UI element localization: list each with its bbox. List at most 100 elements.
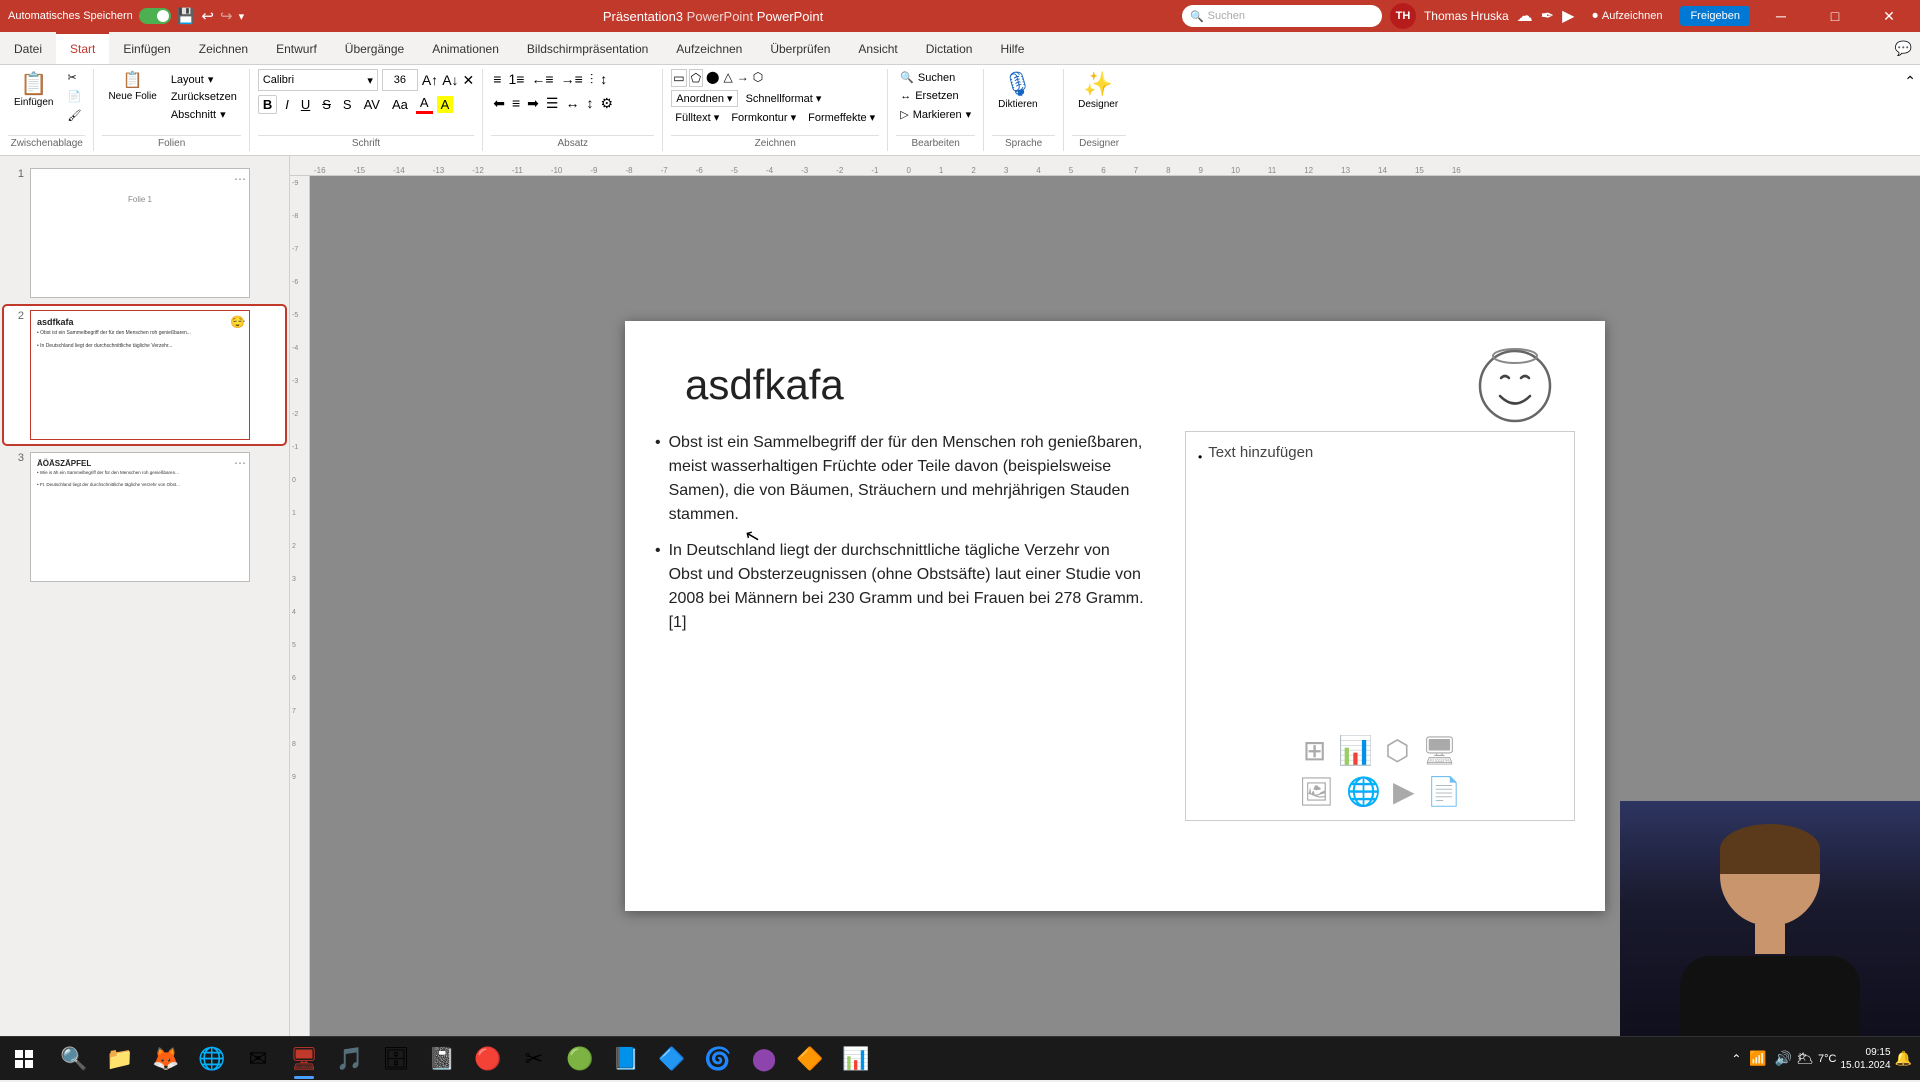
taskbar-app3[interactable]: 🟢 <box>558 1037 602 1081</box>
taskbar-firefox[interactable]: 🦊 <box>144 1037 188 1081</box>
taskbar-app2[interactable]: ✂ <box>512 1037 556 1081</box>
redo-icon[interactable]: ↪ <box>220 7 233 25</box>
slide-thumb-1[interactable]: 1 Folie 1 ⋯ <box>4 164 285 302</box>
volume-icon[interactable]: 🔊 <box>1775 1050 1792 1067</box>
abschnitt-btn[interactable]: Abschnitt▾ <box>167 106 241 123</box>
shape-3[interactable]: ⬤ <box>705 69 720 87</box>
align-center-btn[interactable]: ≡ <box>510 93 522 114</box>
save-icon[interactable]: 💾 <box>177 7 196 25</box>
slide-thumb-2[interactable]: 2 asdfkafa • Obst ist ein Sammelbegriff … <box>4 306 285 444</box>
tab-datei[interactable]: Datei <box>0 32 56 64</box>
align-left-btn[interactable]: ⬅ <box>491 93 507 114</box>
screenshot-icon[interactable]: 🖥 <box>1422 734 1458 767</box>
slide-title[interactable]: asdfkafa <box>685 361 844 409</box>
taskbar-files[interactable]: 📁 <box>98 1037 142 1081</box>
chart-icon[interactable]: 📊 <box>1338 734 1373 767</box>
autosave-toggle[interactable] <box>139 8 171 24</box>
tab-hilfe[interactable]: Hilfe <box>986 32 1038 64</box>
neue-folie-btn[interactable]: 📋 Neue Folie <box>102 69 162 123</box>
tab-entwurf[interactable]: Entwurf <box>262 32 331 64</box>
taskbar-search[interactable]: 🔍 <box>52 1037 96 1081</box>
taskbar-app5[interactable]: 🔷 <box>650 1037 694 1081</box>
taskbar-onenote[interactable]: 📓 <box>420 1037 464 1081</box>
tab-zeichnen[interactable]: Zeichnen <box>185 32 262 64</box>
tab-ansicht[interactable]: Ansicht <box>844 32 911 64</box>
schnellformat-btn[interactable]: Schnellformat ▾ <box>742 91 826 106</box>
more-icon[interactable]: ▾ <box>239 10 245 23</box>
taskbar-app1[interactable]: 🔴 <box>466 1037 510 1081</box>
char-spacing-btn[interactable]: AV <box>360 96 384 113</box>
designer-btn[interactable]: ✨ Designer <box>1072 69 1124 114</box>
shape-4[interactable]: △ <box>722 69 733 87</box>
ersetzen-btn[interactable]: ↔ Ersetzen <box>896 88 975 104</box>
taskbar-files2[interactable]: 🗄 <box>374 1037 418 1081</box>
shape-6[interactable]: ⬡ <box>752 69 764 87</box>
anordnen-btn[interactable]: Anordnen ▾ <box>671 90 737 107</box>
text-orient-btn[interactable]: ↕ <box>584 93 595 114</box>
change-case-btn[interactable]: Aa <box>388 96 412 113</box>
indent-less-btn[interactable]: ←≡ <box>529 69 555 90</box>
close-button[interactable]: ✕ <box>1866 0 1912 32</box>
slide-left-content[interactable]: • Obst ist ein Sammelbegriff der für den… <box>655 431 1145 647</box>
fulltext-btn[interactable]: Fülltext ▾ <box>671 110 723 125</box>
ribbon-collapse-btn[interactable]: ⌃ <box>1904 73 1916 90</box>
maximize-button[interactable]: □ <box>1812 0 1858 32</box>
taskbar-app7[interactable]: ⬤ <box>742 1037 786 1081</box>
file-icon[interactable]: 📄 <box>1427 775 1462 808</box>
einfuegen-btn[interactable]: 📋 Einfügen <box>8 69 59 112</box>
line-spacing-btn[interactable]: ↕ <box>598 69 609 90</box>
taskbar-app4[interactable]: 📘 <box>604 1037 648 1081</box>
zuruecksetzen-btn[interactable]: Zurücksetzen <box>167 89 241 105</box>
copy-btn[interactable]: 📄 <box>63 88 85 105</box>
shape-1[interactable]: ▭ <box>671 69 686 87</box>
taskbar-vlc[interactable]: 🎵 <box>328 1037 372 1081</box>
suchen-btn[interactable]: 🔍 Suchen <box>896 69 975 86</box>
taskbar-app8[interactable]: 🔶 <box>788 1037 832 1081</box>
video-icon[interactable]: ▶ <box>1393 775 1415 808</box>
bullets-btn[interactable]: ≡ <box>491 69 503 90</box>
layout-btn[interactable]: Layout▾ <box>167 71 241 88</box>
markieren-btn[interactable]: ▷ Markieren ▾ <box>896 106 975 123</box>
slide-right-content[interactable]: • Text hinzufügen ⊞ 📊 ⬡ 🖥 🖼 🌐 ▶ 📄 <box>1185 431 1575 821</box>
font-size-box[interactable]: 36 <box>382 69 418 91</box>
font-shrink-icon[interactable]: A↓ <box>442 72 458 88</box>
minimize-button[interactable]: ─ <box>1758 0 1804 32</box>
bold-btn[interactable]: B <box>258 95 277 114</box>
tab-einfuegen[interactable]: Einfügen <box>109 32 184 64</box>
share-button[interactable]: Freigeben <box>1680 6 1750 26</box>
smartart-btn[interactable]: ⚙ <box>598 93 615 114</box>
network-icon[interactable]: 📶 <box>1749 1050 1766 1067</box>
cut-btn[interactable]: ✂ <box>63 69 85 86</box>
online-image-icon[interactable]: 🌐 <box>1346 775 1381 808</box>
tab-praesentation[interactable]: Bildschirmpräsentation <box>513 32 662 64</box>
tab-dictation[interactable]: Dictation <box>912 32 987 64</box>
justify-btn[interactable]: ☰ <box>544 93 561 114</box>
font-name-box[interactable]: Calibri▾ <box>258 69 378 91</box>
shape-2[interactable]: ⬠ <box>689 69 703 87</box>
record-button[interactable]: ⏺ Aufzeichnen <box>1582 6 1672 27</box>
taskbar-mail[interactable]: ✉ <box>236 1037 280 1081</box>
indent-more-btn[interactable]: →≡ <box>559 69 585 90</box>
formkontur-btn[interactable]: Formkontur ▾ <box>727 110 800 125</box>
windows-start-button[interactable] <box>0 1037 48 1081</box>
smartart-icon[interactable]: ⬡ <box>1385 734 1409 767</box>
strikethrough-btn[interactable]: S <box>318 96 335 113</box>
undo-icon[interactable]: ↩ <box>201 7 214 25</box>
tray-arrow[interactable]: ⌃ <box>1731 1052 1741 1066</box>
font-color-btn[interactable]: A <box>416 94 433 114</box>
image-icon[interactable]: 🖼 <box>1299 775 1335 808</box>
thumb-menu-1[interactable]: ⋯ <box>234 172 246 186</box>
thumb-menu-3[interactable]: ⋯ <box>234 456 246 470</box>
clear-format-icon[interactable]: ✕ <box>463 72 475 89</box>
comments-icon[interactable]: 💬 <box>1895 40 1912 57</box>
underline-btn[interactable]: U <box>297 96 314 113</box>
text-shadow-btn[interactable]: S <box>339 96 356 113</box>
thumb-menu-2[interactable]: ⋯ <box>234 314 246 328</box>
tab-aufzeichnen[interactable]: Aufzeichnen <box>662 32 756 64</box>
taskbar-excel[interactable]: 📊 <box>834 1037 878 1081</box>
slide-thumb-3[interactable]: 3 ÄÖÄSZÄPFEL • Wie is äh ein Sammelbegri… <box>4 448 285 586</box>
align-right-btn[interactable]: ➡ <box>525 93 541 114</box>
search-box[interactable]: 🔍 Suchen <box>1182 5 1382 27</box>
tab-ueberpruefen[interactable]: Überprüfen <box>756 32 844 64</box>
notification-btn[interactable]: 🔔 <box>1895 1050 1912 1067</box>
